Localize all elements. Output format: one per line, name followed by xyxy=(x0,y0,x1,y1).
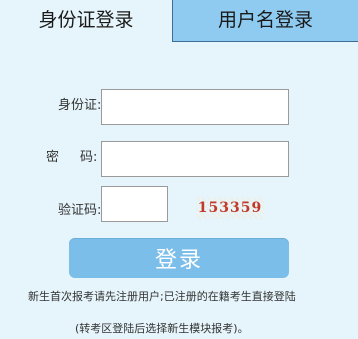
password-label-second-char: 码: xyxy=(80,150,98,165)
password-input[interactable] xyxy=(101,141,289,177)
id-number-label: 身份证: xyxy=(58,98,102,113)
captcha-input[interactable] xyxy=(101,186,168,222)
tab-username-login[interactable]: 用户名登录 xyxy=(172,0,358,42)
transfer-note: (转考区登陆后选择新生模块报考)。 xyxy=(75,322,249,335)
captcha-image[interactable]: 153359 xyxy=(196,197,264,219)
id-number-input[interactable] xyxy=(101,89,289,125)
tab-id-card-login[interactable]: 身份证登录 xyxy=(0,0,172,42)
login-panel: 身份证登录 用户名登录 身份证: 密 码: 验证码: 153359 登录 新生首… xyxy=(0,0,358,339)
login-button[interactable]: 登录 xyxy=(69,238,289,278)
captcha-label: 验证码: xyxy=(58,203,102,218)
password-label-first-char: 密 xyxy=(46,150,60,165)
registration-note: 新生首次报考请先注册用户;已注册的在籍考生直接登陆 xyxy=(28,290,296,303)
